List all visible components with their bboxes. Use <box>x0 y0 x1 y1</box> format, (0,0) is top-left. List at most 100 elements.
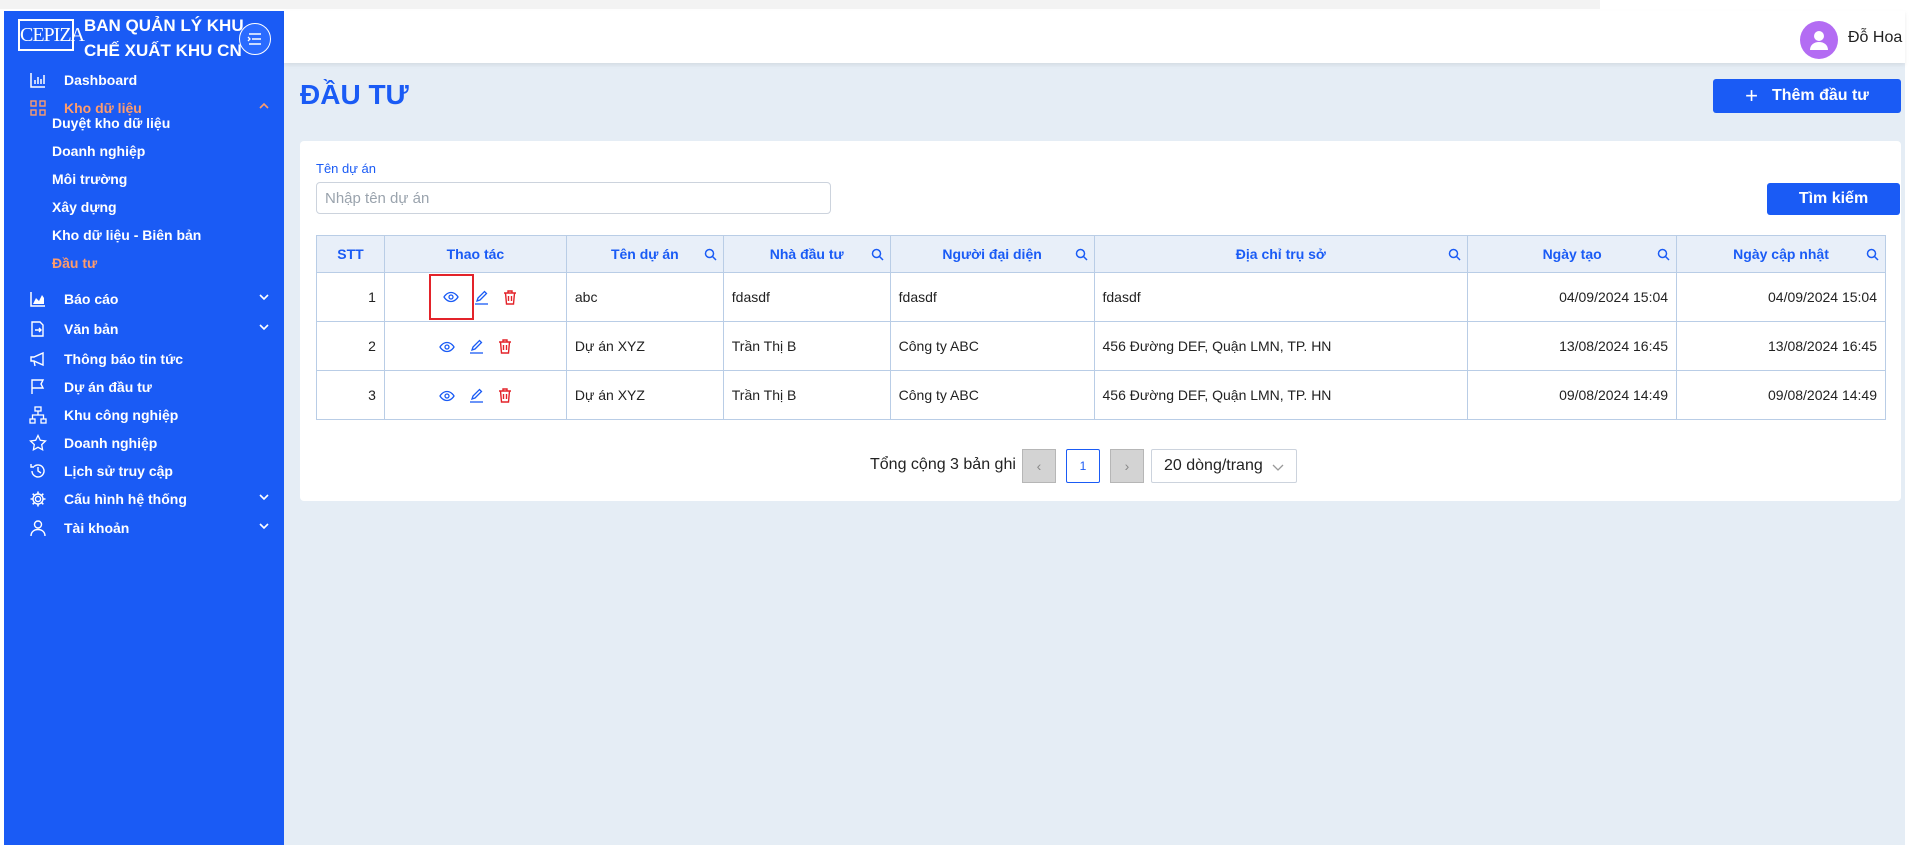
table-row: 2 Dự án XYZ Trần Thị B Công ty ABC 456 Đ… <box>316 321 1886 371</box>
brand-title: BAN QUẢN LÝ KHU CHẾ XUẤT KHU CN <box>84 13 249 63</box>
col-header-ngay-tao: Ngày tạo <box>1467 235 1678 273</box>
cell-dia-chi: 456 Đường DEF, Quận LMN, TP. HN <box>1093 321 1469 371</box>
sidebar-item-label: Văn bản <box>64 321 119 337</box>
column-search-icon[interactable] <box>1657 248 1670 261</box>
user-icon <box>26 516 50 540</box>
cell-nha-dau-tu: Trần Thị B <box>722 370 891 420</box>
investment-table: STT Thao tác Tên dự án Nhà đầu tư Người … <box>316 235 1886 420</box>
col-header-stt: STT <box>316 235 385 273</box>
submenu-item-xay-dung[interactable]: Xây dựng <box>52 199 117 215</box>
sidebar-item-cau-hinh[interactable]: Cấu hình hệ thống <box>4 484 284 514</box>
sidebar-item-label: Kho dữ liệu <box>64 100 142 116</box>
cell-stt: 2 <box>316 321 385 371</box>
top-header: Đỗ Hoa <box>284 11 1905 63</box>
eye-icon[interactable] <box>439 341 455 353</box>
edit-icon[interactable] <box>474 290 489 305</box>
menu-fold-icon <box>247 33 261 45</box>
chevron-left-icon: ‹ <box>1036 458 1042 474</box>
cell-ngay-cap-nhat: 09/08/2024 14:49 <box>1676 370 1886 420</box>
cell-nguoi-dai-dien: Công ty ABC <box>889 321 1095 371</box>
collapse-sidebar-button[interactable] <box>239 23 271 55</box>
cell-stt: 1 <box>316 272 385 322</box>
delete-icon[interactable] <box>503 289 517 305</box>
search-button[interactable]: Tìm kiếm <box>1767 183 1900 215</box>
add-investment-button[interactable]: + Thêm đầu tư <box>1713 79 1901 113</box>
add-button-label: Thêm đầu tư <box>1771 87 1869 104</box>
sidebar-item-van-ban[interactable]: Văn bản <box>4 314 284 344</box>
cell-ngay-cap-nhat: 13/08/2024 16:45 <box>1676 321 1886 371</box>
sidebar-item-label: Thông báo tin tức <box>64 351 184 367</box>
edit-icon[interactable] <box>469 339 484 355</box>
grid-icon <box>26 96 50 120</box>
sidebar-item-khu-cong-nghiep[interactable]: Khu công nghiệp <box>4 400 284 430</box>
submenu-item-moi-truong[interactable]: Môi trường <box>52 171 127 187</box>
prev-page-button[interactable]: ‹ <box>1022 449 1056 483</box>
submenu-item-dau-tu[interactable]: Đầu tư <box>52 255 97 271</box>
megaphone-icon <box>26 347 50 371</box>
column-search-icon[interactable] <box>871 248 884 261</box>
sidebar-item-label: Tài khoản <box>64 520 130 536</box>
column-search-icon[interactable] <box>1866 248 1879 261</box>
cell-ten-du-an: abc <box>565 272 724 322</box>
chevron-down-icon <box>259 523 269 530</box>
sidebar-item-lich-su[interactable]: Lịch sử truy cập <box>4 456 284 486</box>
cell-actions <box>383 321 567 371</box>
col-header-actions: Thao tác <box>383 235 567 273</box>
avatar[interactable] <box>1800 21 1838 59</box>
page-size-select[interactable]: 20 dòng/trang <box>1151 449 1297 483</box>
col-header-nha-dau-tu: Nhà đầu tư <box>722 235 891 273</box>
org-chart-icon <box>26 403 50 427</box>
sidebar-item-dashboard[interactable]: Dashboard <box>4 65 284 95</box>
table-row: 1 abc fdasdf fdasdf fdasdf 04/09/2024 15… <box>316 272 1886 322</box>
area-chart-icon <box>26 287 50 311</box>
column-search-icon[interactable] <box>1075 248 1088 261</box>
page-number-button[interactable]: 1 <box>1066 449 1100 483</box>
cell-ngay-cap-nhat: 04/09/2024 15:04 <box>1676 272 1886 322</box>
chevron-right-icon: › <box>1124 458 1130 474</box>
page-size-value: 20 dòng/trang <box>1164 457 1263 474</box>
cell-ten-du-an: Dự án XYZ <box>565 321 724 371</box>
cell-actions <box>383 370 567 420</box>
project-name-input[interactable] <box>316 182 831 214</box>
edit-icon[interactable] <box>469 388 484 404</box>
table-row: 3 Dự án XYZ Trần Thị B Công ty ABC 456 Đ… <box>316 370 1886 420</box>
sidebar-item-tai-khoan[interactable]: Tài khoản <box>4 513 284 543</box>
sidebar-item-doanh-nghiep[interactable]: Doanh nghiệp <box>4 428 284 458</box>
delete-icon[interactable] <box>498 339 512 355</box>
submenu-item-bien-ban[interactable]: Kho dữ liệu - Biên bản <box>52 227 201 243</box>
chevron-down-icon <box>259 324 269 331</box>
cell-dia-chi: fdasdf <box>1093 272 1469 322</box>
cell-ten-du-an: Dự án XYZ <box>565 370 724 420</box>
sidebar-item-label: Cấu hình hệ thống <box>64 491 187 507</box>
username[interactable]: Đỗ Hoa <box>1848 29 1902 47</box>
col-header-ngay-cap-nhat: Ngày cập nhật <box>1676 235 1886 273</box>
cell-nha-dau-tu: fdasdf <box>722 272 891 322</box>
sidebar-item-bao-cao[interactable]: Báo cáo <box>4 284 284 314</box>
brand-line-2: CHẾ XUẤT KHU CN <box>84 41 242 60</box>
sidebar-item-du-an-dau-tu[interactable]: Dự án đầu tư <box>4 372 284 402</box>
column-search-icon[interactable] <box>704 248 717 261</box>
logo: CEPIZA <box>18 19 85 51</box>
delete-icon[interactable] <box>498 388 512 404</box>
chevron-down-icon <box>1272 464 1284 471</box>
main-content: Đỗ Hoa ĐẦU TƯ + Thêm đầu tư Tên dự án Tì… <box>284 11 1905 845</box>
flag-icon <box>26 375 50 399</box>
submenu-item-duyet-kho[interactable]: Duyệt kho dữ liệu <box>52 115 170 131</box>
investment-card: Tên dự án Tìm kiếm STT Thao tác Tên dự á… <box>300 141 1901 501</box>
column-search-icon[interactable] <box>1448 248 1461 261</box>
cell-actions <box>383 272 567 322</box>
document-transfer-icon <box>26 317 50 341</box>
view-highlight-box <box>428 274 474 320</box>
submenu-item-doanh-nghiep[interactable]: Doanh nghiệp <box>52 143 145 159</box>
sidebar-item-label: Khu công nghiệp <box>64 407 179 423</box>
sidebar-item-thong-bao[interactable]: Thông báo tin tức <box>4 344 284 374</box>
bar-chart-icon <box>26 68 50 92</box>
cell-dia-chi: 456 Đường DEF, Quận LMN, TP. HN <box>1093 370 1469 420</box>
next-page-button[interactable]: › <box>1110 449 1144 483</box>
col-header-ten-du-an: Tên dự án <box>565 235 724 273</box>
sidebar-item-label: Doanh nghiệp <box>64 435 158 451</box>
page-title: ĐẦU TƯ <box>300 79 409 110</box>
eye-icon[interactable] <box>439 390 455 402</box>
cell-nguoi-dai-dien: fdasdf <box>889 272 1095 322</box>
eye-icon[interactable] <box>443 291 459 303</box>
